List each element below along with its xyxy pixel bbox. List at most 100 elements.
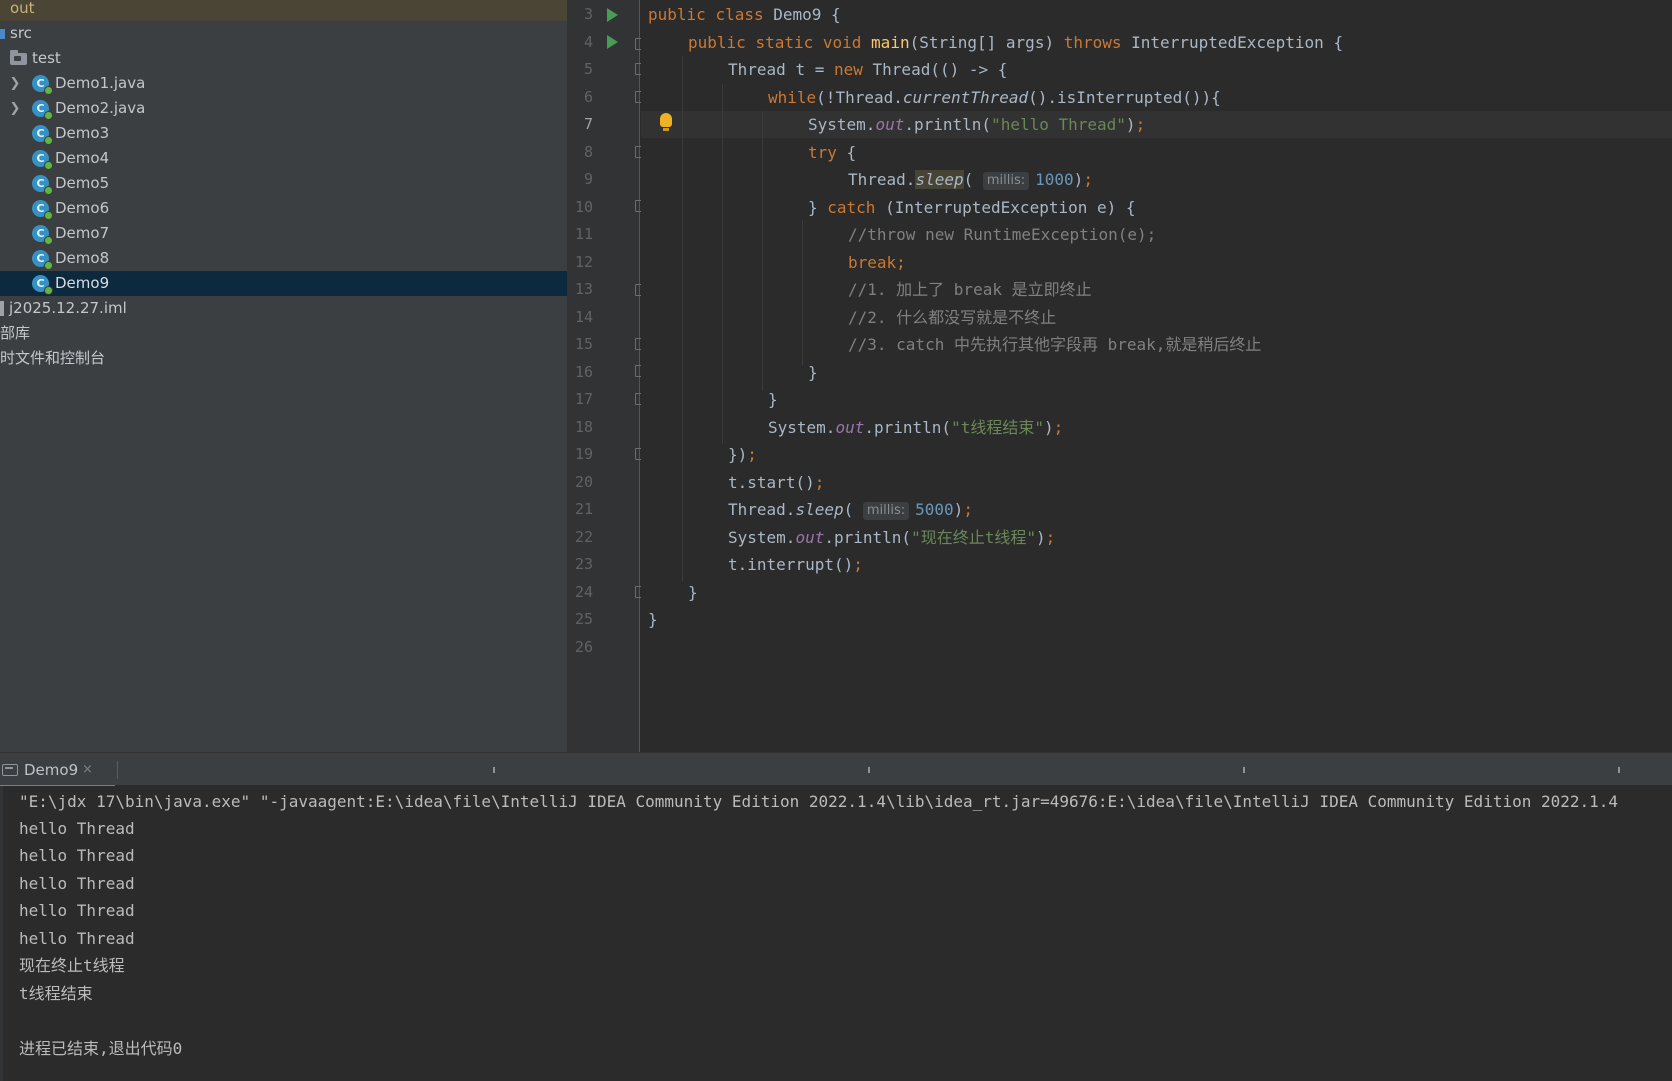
tree-item-iml[interactable]: j2025.12.27.iml	[0, 296, 567, 321]
tree-item-demo2[interactable]: ❯ C Demo2.java	[0, 96, 567, 121]
tree-item-label: 时文件和控制台	[0, 349, 106, 367]
tree-item-label: out	[10, 0, 35, 17]
code-token: start	[747, 473, 796, 492]
tree-item-external-libraries[interactable]: 部库	[0, 321, 567, 346]
tree-item-label: 部库	[0, 324, 31, 342]
indent-guide	[682, 56, 683, 581]
code-token: System	[728, 528, 786, 547]
line-number: 19	[574, 445, 593, 463]
tree-item-demo6[interactable]: C Demo6	[0, 196, 567, 221]
code-token: public	[648, 5, 706, 24]
code-token: catch	[827, 198, 876, 217]
code-token: out	[835, 418, 865, 437]
line-number: 21	[574, 500, 593, 518]
code-token: break	[848, 253, 897, 272]
java-class-icon: C	[32, 250, 52, 269]
console-line: hello Thread	[19, 819, 135, 838]
chevron-right-icon[interactable]: ❯	[8, 71, 22, 96]
tree-item-out[interactable]: out	[0, 0, 567, 21]
chevron-right-icon[interactable]: ❯	[8, 96, 22, 121]
code-token: try	[808, 143, 837, 162]
tree-item-demo4[interactable]: C Demo4	[0, 146, 567, 171]
tree-item-demo8[interactable]: C Demo8	[0, 246, 567, 271]
line-number: 17	[574, 390, 593, 408]
tree-item-label: Demo1.java	[55, 74, 146, 92]
editor-gutter: 3 4 5 6 7 8 9 10 11 12 13 14 15 16 17 18…	[567, 0, 646, 752]
line-number: 4	[583, 33, 593, 51]
code-line-16: }	[808, 363, 818, 382]
code-token: println	[873, 418, 942, 437]
code-token: sleep	[915, 170, 964, 189]
tab-divider	[1618, 767, 1620, 773]
tree-item-label: test	[32, 49, 61, 67]
line-number: 16	[574, 363, 593, 381]
line-number: 26	[574, 638, 593, 656]
run-tab-demo9[interactable]: Demo9 ×	[0, 753, 115, 788]
code-token: System	[768, 418, 826, 437]
code-line-6: while(!Thread.currentThread().isInterrup…	[768, 88, 1221, 107]
run-icon[interactable]	[607, 8, 618, 22]
line-number: 23	[574, 555, 593, 573]
tree-item-demo1[interactable]: ❯ C Demo1.java	[0, 71, 567, 96]
tree-item-src[interactable]: src	[0, 21, 567, 46]
line-number: 8	[583, 143, 593, 161]
code-line-13: //1. 加上了 break 是立即终止	[848, 280, 1092, 299]
tree-item-demo7[interactable]: C Demo7	[0, 221, 567, 246]
code-token: out	[875, 115, 905, 134]
terminal-icon	[2, 764, 18, 776]
tree-item-label: Demo3	[55, 124, 110, 142]
code-line-5: Thread t = new Thread(() -> {	[728, 60, 1008, 79]
tree-item-label: Demo4	[55, 149, 110, 167]
code-token: isInterrupted	[1057, 88, 1183, 107]
tree-item-test[interactable]: test	[0, 46, 567, 71]
code-line-15: //3. catch 中先执行其他字段再 break,就是稍后终止	[848, 335, 1262, 354]
line-number: 13	[574, 280, 593, 298]
code-line-11: //throw new RuntimeException(e);	[848, 225, 1157, 244]
tab-divider	[1243, 767, 1245, 773]
code-token: while	[768, 88, 817, 107]
code-token: public	[688, 33, 746, 52]
code-line-21: Thread.sleep( millis: 5000);	[728, 500, 973, 520]
run-tool-window-header: Demo9 ×	[0, 752, 1672, 788]
code-line-7: System.out.println("hello Thread");	[808, 115, 1146, 134]
java-class-icon: C	[32, 150, 52, 169]
tree-item-scratches[interactable]: 时文件和控制台	[0, 346, 567, 371]
java-class-icon: C	[32, 225, 52, 244]
code-line-20: t.start();	[728, 473, 825, 492]
code-editor[interactable]: public class Demo9 { public static void …	[641, 0, 1672, 752]
tree-item-demo9[interactable]: C Demo9	[0, 271, 567, 296]
indent-guide	[802, 220, 803, 365]
code-token: currentThread	[902, 88, 1029, 107]
code-token: InterruptedException	[894, 198, 1088, 217]
code-line-22: System.out.println("现在终止t线程");	[728, 528, 1056, 547]
code-line-4: public static void main(String[] args) t…	[688, 33, 1344, 52]
code-line-25: }	[648, 610, 658, 629]
java-class-icon: C	[32, 75, 52, 94]
tree-item-label: Demo8	[55, 249, 110, 267]
console-line: 现在终止t线程	[19, 956, 125, 975]
line-number: 9	[583, 170, 593, 188]
line-number: 18	[574, 418, 593, 436]
java-class-icon: C	[32, 175, 52, 194]
line-number: 24	[574, 583, 593, 601]
code-token: void	[822, 33, 862, 52]
line-number: 7	[583, 115, 593, 133]
console-gutter	[0, 786, 3, 1081]
code-token: System	[808, 115, 866, 134]
run-tab-label: Demo9	[24, 761, 79, 779]
run-console[interactable]: "E:\jdx 17\bin\java.exe" "-javaagent:E:\…	[0, 786, 1672, 1081]
tree-item-demo3[interactable]: C Demo3	[0, 121, 567, 146]
folder-icon	[10, 50, 27, 65]
java-class-icon: C	[32, 125, 52, 144]
code-token: Thread	[835, 88, 894, 107]
tree-item-label: Demo9	[55, 274, 110, 292]
close-icon[interactable]: ×	[82, 753, 93, 787]
code-token: String[] args	[919, 33, 1045, 52]
tree-item-demo5[interactable]: C Demo5	[0, 171, 567, 196]
code-line-17: }	[768, 390, 778, 409]
line-number: 20	[574, 473, 593, 491]
code-token: Thread	[848, 170, 906, 189]
run-icon[interactable]	[607, 35, 618, 49]
lightbulb-icon[interactable]	[660, 113, 672, 131]
code-token: throws	[1063, 33, 1122, 52]
